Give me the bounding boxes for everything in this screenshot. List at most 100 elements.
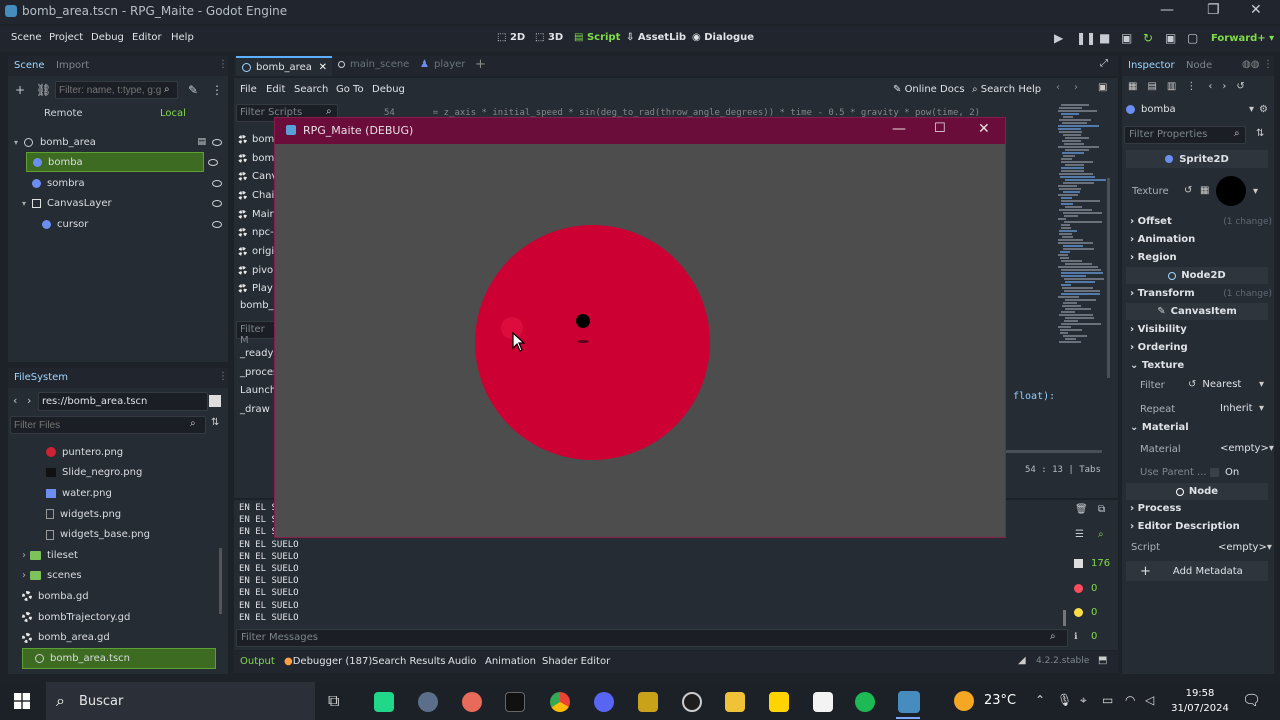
- tab-animation[interactable]: Animation: [485, 656, 536, 667]
- tab-filesystem[interactable]: FileSystem: [14, 372, 68, 383]
- info-count[interactable]: ℹ0: [1074, 631, 1097, 642]
- script-select[interactable]: <empty> ▾: [1218, 542, 1272, 553]
- expand-arrow-icon[interactable]: ›: [22, 570, 26, 581]
- workspace-2d[interactable]: ⬚ 2D: [497, 32, 525, 43]
- scrollbar[interactable]: [1107, 178, 1110, 378]
- remote-debug-icon[interactable]: ▣: [1121, 31, 1132, 45]
- file-item[interactable]: widgets_base.png: [8, 524, 218, 545]
- texture-preview[interactable]: [1216, 176, 1246, 206]
- load-resource-icon[interactable]: ▤: [1147, 81, 1156, 92]
- expand-panel-icon[interactable]: ⬒: [1098, 655, 1107, 666]
- message-count[interactable]: 176: [1074, 558, 1110, 569]
- maximize-icon[interactable]: ❐: [1207, 2, 1220, 18]
- script-menu-file[interactable]: File: [240, 84, 257, 95]
- tab-import[interactable]: Import: [56, 60, 89, 71]
- script-list-item[interactable]: Play: [238, 280, 278, 299]
- tab-debugger[interactable]: ●Debugger (187): [284, 656, 372, 667]
- stop-icon[interactable]: ■: [1099, 31, 1110, 45]
- scrollbar[interactable]: [219, 548, 222, 614]
- debug-game-window[interactable]: RPG_Maite (DEBUG) — ☐ ✕: [274, 117, 1006, 538]
- tree-row[interactable]: sombra: [26, 173, 228, 193]
- spotify-icon[interactable]: [855, 692, 875, 712]
- menu-project[interactable]: Project: [49, 32, 83, 43]
- chevron-down-icon[interactable]: ▾: [1253, 186, 1258, 197]
- sticky-notes-icon[interactable]: [769, 692, 789, 712]
- section-texture[interactable]: ⌄ Texture: [1130, 360, 1184, 371]
- app-icon[interactable]: [813, 692, 833, 712]
- section-editor-description[interactable]: › Editor Description: [1130, 521, 1240, 532]
- app-icon[interactable]: [462, 692, 482, 712]
- warning-count[interactable]: 0: [1074, 607, 1097, 618]
- back-icon[interactable]: ‹: [13, 394, 17, 407]
- renderer-select[interactable]: Forward+ ▾: [1211, 33, 1274, 44]
- close-icon[interactable]: ✕: [1250, 2, 1262, 18]
- forward-icon[interactable]: ›: [27, 394, 31, 407]
- script-list-item[interactable]: bom: [238, 130, 278, 149]
- wifi-icon[interactable]: ◠: [1125, 693, 1135, 707]
- tab-shader-editor[interactable]: Shader Editor: [542, 656, 610, 667]
- menu-editor[interactable]: Editor: [132, 32, 162, 43]
- search-toggle-icon[interactable]: ⌕: [1098, 529, 1104, 540]
- section-offset[interactable]: › Offset (1 change): [1130, 216, 1272, 227]
- pycharm-icon[interactable]: [374, 692, 394, 712]
- script-list-item[interactable]: Mair: [238, 205, 278, 224]
- add-metadata-button[interactable]: + Add Metadata: [1126, 561, 1268, 581]
- script-menu-debug[interactable]: Debug: [372, 84, 405, 95]
- save-icon[interactable]: ▥: [1167, 81, 1176, 92]
- github-icon[interactable]: [682, 692, 702, 712]
- tab-search-results[interactable]: Search Results: [372, 656, 446, 667]
- app-icon[interactable]: [418, 692, 438, 712]
- close-tab-icon[interactable]: ✕: [319, 62, 327, 73]
- reset-icon[interactable]: ↺: [1184, 185, 1192, 196]
- add-tab-icon[interactable]: +: [475, 57, 486, 72]
- section-transform[interactable]: › Transform (1 change): [1130, 288, 1272, 299]
- dock-menu-icon[interactable]: ⋮: [218, 371, 228, 382]
- volume-icon[interactable]: ◁: [1145, 693, 1154, 707]
- maximize-icon[interactable]: ☐: [934, 121, 946, 136]
- use-parent-checkbox[interactable]: On: [1210, 467, 1239, 478]
- script-menu-search[interactable]: Search: [294, 84, 328, 95]
- options-icon[interactable]: ⋮: [1186, 81, 1196, 92]
- play-scene-icon[interactable]: ▣: [1165, 31, 1176, 45]
- play-custom-icon[interactable]: ▢: [1187, 31, 1198, 45]
- weather-icon[interactable]: [954, 691, 974, 711]
- terminal-icon[interactable]: [505, 692, 525, 712]
- file-item[interactable]: widgets.png: [8, 504, 218, 525]
- chrome-icon[interactable]: [550, 692, 570, 712]
- clear-output-icon[interactable]: 🗑: [1075, 504, 1088, 515]
- tab-main-scene[interactable]: main_scene: [338, 59, 409, 70]
- file-item[interactable]: puntero.png: [8, 442, 218, 463]
- tab-output[interactable]: Output: [240, 656, 275, 667]
- minimize-icon[interactable]: —: [1160, 2, 1174, 18]
- script-list-item[interactable]: npc-: [238, 223, 278, 242]
- file-item[interactable]: bombTrajectory.gd: [8, 607, 218, 628]
- distraction-free-icon[interactable]: ⤢: [1100, 58, 1108, 69]
- material-select[interactable]: <empty> ▾: [1220, 443, 1274, 454]
- prev-script-icon[interactable]: ‹: [1056, 82, 1060, 93]
- section-ordering[interactable]: › Ordering: [1130, 342, 1188, 353]
- script-list-item[interactable]: Canv: [238, 167, 278, 186]
- float-window-icon[interactable]: ▣: [1098, 82, 1107, 93]
- clock[interactable]: 19:58 31/07/2024: [1170, 686, 1230, 716]
- h-scrollbar[interactable]: [1006, 450, 1102, 453]
- online-docs-button[interactable]: ✎ Online Docs: [893, 84, 965, 95]
- file-item[interactable]: › scenes: [8, 566, 218, 587]
- taskbar-search[interactable]: ⌕ Buscar: [46, 682, 315, 720]
- file-filter-input[interactable]: [10, 416, 206, 434]
- chevron-up-icon[interactable]: ⌃: [1035, 693, 1045, 707]
- repeat-select[interactable]: Inherit ▾: [1220, 403, 1264, 414]
- menu-help[interactable]: Help: [171, 32, 194, 43]
- file-item[interactable]: Slide_negro.png: [8, 463, 218, 484]
- section-process[interactable]: › Process: [1130, 503, 1181, 514]
- tree-row[interactable]: cursor: [34, 214, 228, 234]
- script-menu-goto[interactable]: Go To: [336, 84, 364, 95]
- scene-menu-icon[interactable]: ⋮: [211, 83, 223, 97]
- tab-node[interactable]: Node: [1186, 60, 1212, 71]
- app-icon[interactable]: [638, 692, 658, 712]
- debug-window-titlebar[interactable]: RPG_Maite (DEBUG) — ☐ ✕: [275, 118, 1005, 144]
- properties-menu-icon[interactable]: ⇅: [1256, 128, 1264, 139]
- minimize-icon[interactable]: —: [892, 121, 906, 137]
- tree-row-selected[interactable]: bomba: [26, 152, 204, 172]
- filter-toggle-icon[interactable]: ☰: [1075, 529, 1084, 540]
- tab-bomb-area[interactable]: bomb_area ✕: [236, 56, 332, 76]
